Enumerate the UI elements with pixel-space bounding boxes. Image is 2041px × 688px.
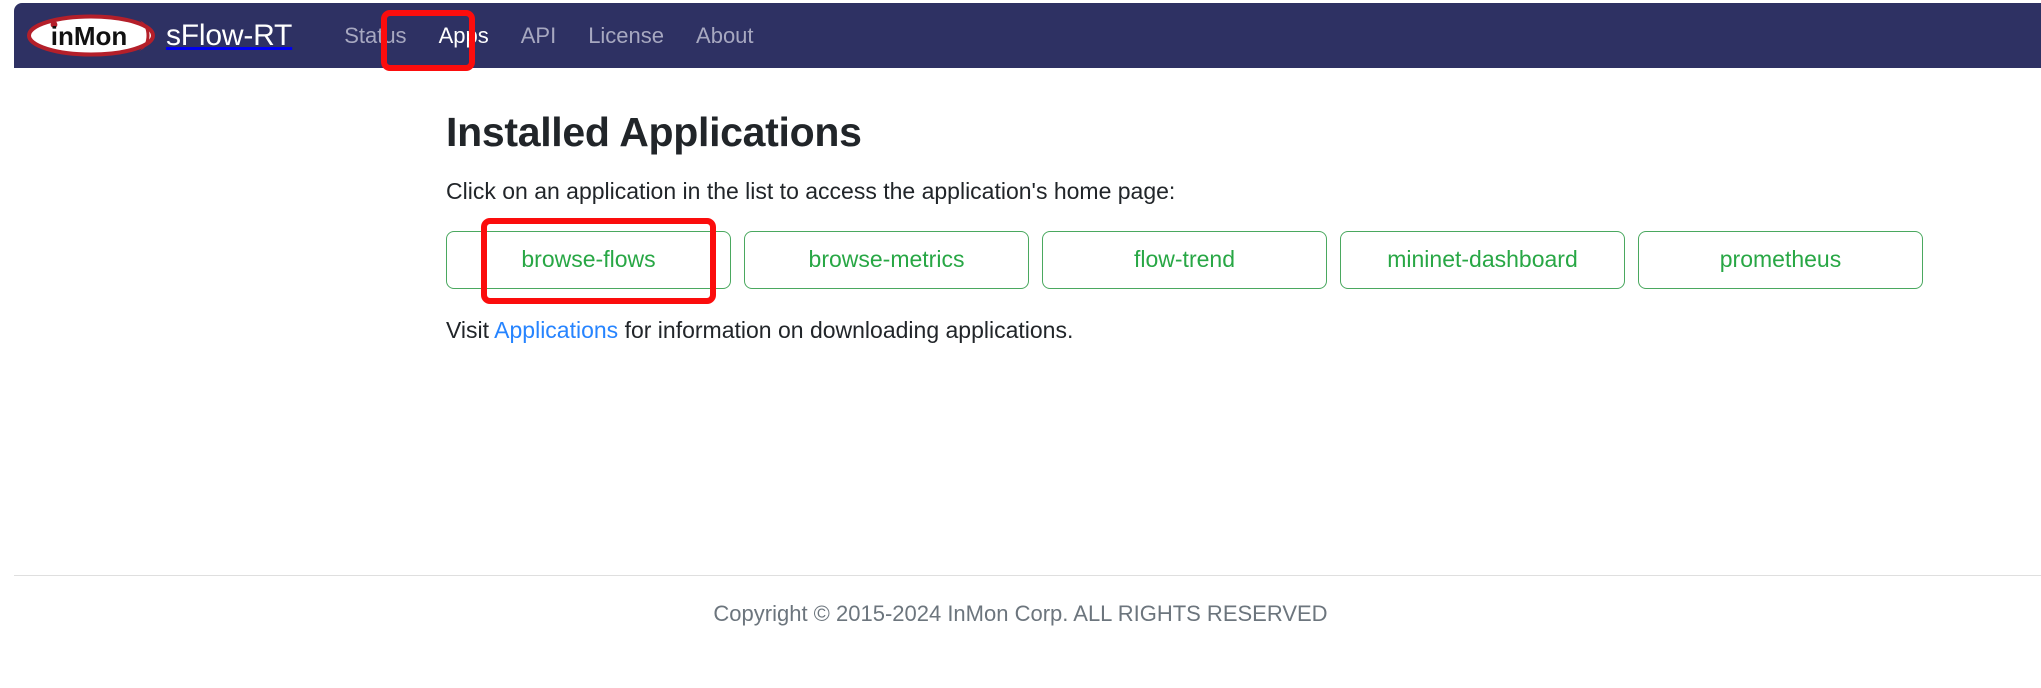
app-button-prometheus[interactable]: prometheus [1638, 231, 1923, 290]
copyright-text: Copyright © 2015-2024 InMon Corp. ALL RI… [713, 601, 1328, 626]
page-description: Click on an application in the list to a… [446, 178, 1176, 205]
nav-item-license[interactable]: License [572, 17, 680, 55]
visit-prefix: Visit [446, 317, 495, 344]
brand-name: sFlow-RT [166, 18, 293, 52]
page-title: Installed Applications [446, 109, 862, 155]
page-root: inMon sFlow-RT Status Apps API License A… [0, 0, 2041, 688]
app-button-browse-flows[interactable]: browse-flows [446, 231, 731, 290]
content-container: Installed Applications Click on an appli… [0, 68, 2041, 346]
footer: Copyright © 2015-2024 InMon Corp. ALL RI… [0, 600, 2041, 629]
visit-suffix: for information on downloading applicati… [618, 317, 1074, 344]
nav-item-about[interactable]: About [680, 17, 770, 55]
brand-link[interactable]: inMon sFlow-RT [27, 14, 292, 57]
inmon-oval-logo-icon: inMon [27, 14, 155, 57]
footer-divider [14, 575, 2041, 576]
navbar: inMon sFlow-RT Status Apps API License A… [14, 3, 2041, 68]
svg-text:inMon: inMon [51, 21, 128, 51]
app-button-flow-trend[interactable]: flow-trend [1042, 231, 1327, 290]
app-button-browse-metrics[interactable]: browse-metrics [744, 231, 1029, 290]
app-button-mininet-dashboard[interactable]: mininet-dashboard [1340, 231, 1625, 290]
applications-link[interactable]: Applications [494, 317, 618, 343]
nav-item-api[interactable]: API [505, 17, 572, 55]
installed-applications-list: browse-flows browse-metrics flow-trend m… [446, 207, 1981, 290]
nav-item-apps[interactable]: Apps [423, 17, 505, 55]
main-content: Installed Applications Click on an appli… [0, 68, 2041, 346]
main-nav: Status Apps API License About [328, 17, 769, 55]
nav-item-status[interactable]: Status [328, 17, 422, 55]
applications-help-text: Visit Applications for information on do… [446, 289, 1981, 346]
